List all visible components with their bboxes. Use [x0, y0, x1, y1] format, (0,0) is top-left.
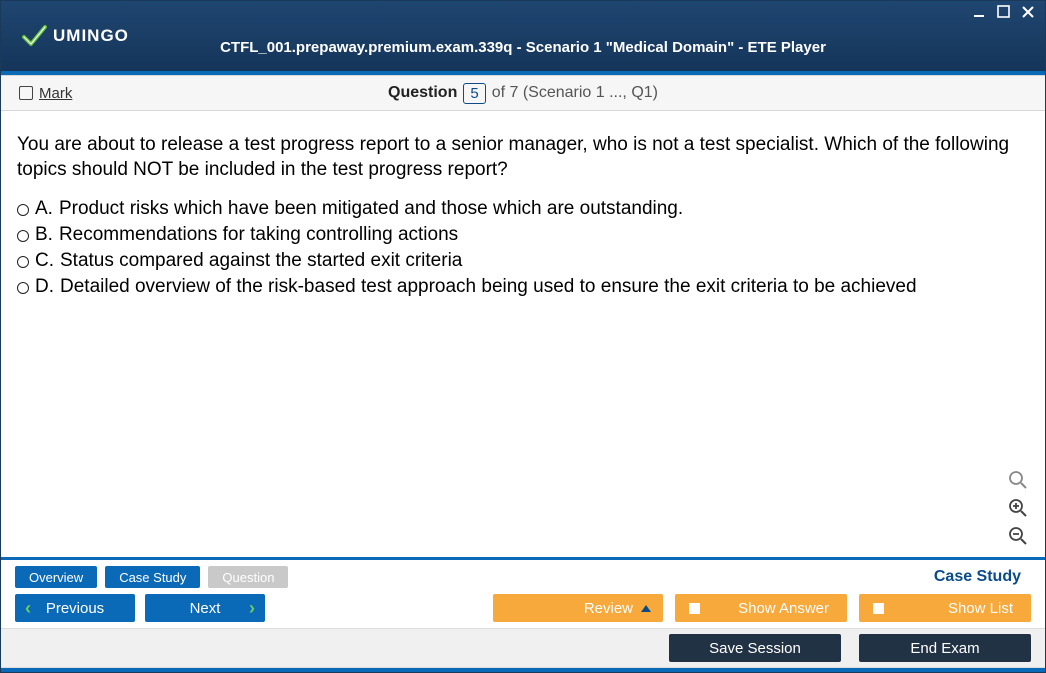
question-text: You are about to release a test progress… — [17, 133, 1029, 182]
question-number: 5 — [463, 83, 485, 104]
square-icon — [873, 603, 884, 614]
radio-icon — [17, 204, 29, 216]
option-text: Recommendations for taking controlling a… — [59, 224, 458, 246]
zoom-controls — [1007, 469, 1029, 547]
previous-label: Previous — [46, 600, 104, 617]
checkbox-icon — [19, 86, 33, 100]
tab-case-study[interactable]: Case Study — [105, 566, 200, 588]
save-session-button[interactable]: Save Session — [669, 634, 841, 662]
option-b[interactable]: B. Recommendations for taking controllin… — [17, 224, 1029, 246]
option-text: Detailed overview of the risk-based test… — [60, 276, 917, 298]
session-row: Save Session End Exam — [1, 628, 1045, 668]
question-word: Question — [388, 84, 457, 102]
show-list-button[interactable]: Show List — [859, 594, 1031, 622]
brand-text: UMINGO — [53, 26, 129, 46]
maximize-button[interactable] — [993, 3, 1015, 21]
tab-question[interactable]: Question — [208, 566, 288, 588]
zoom-out-button[interactable] — [1007, 525, 1029, 547]
close-button[interactable] — [1017, 3, 1039, 21]
minimize-icon — [973, 5, 987, 19]
minimize-button[interactable] — [969, 3, 991, 21]
zoom-in-button[interactable] — [1007, 497, 1029, 519]
app-logo: UMINGO — [21, 23, 129, 49]
show-answer-label: Show Answer — [738, 600, 829, 617]
option-letter: B. — [35, 224, 53, 246]
review-label: Review — [584, 600, 633, 617]
option-text: Status compared against the started exit… — [60, 250, 462, 272]
mark-label: Mark — [39, 85, 72, 102]
chevron-left-icon: ‹ — [25, 598, 31, 619]
question-header: Mark Question 5 of 7 (Scenario 1 ..., Q1… — [1, 75, 1045, 111]
nav-row: ‹ Previous Next › Review Show Answer Sho… — [1, 588, 1045, 628]
bottom-accent-bar — [1, 668, 1045, 672]
option-d[interactable]: D. Detailed overview of the risk-based t… — [17, 276, 1029, 298]
next-label: Next — [190, 600, 221, 617]
checkmark-icon — [21, 23, 47, 49]
end-exam-button[interactable]: End Exam — [859, 634, 1031, 662]
zoom-reset-button[interactable] — [1007, 469, 1029, 491]
show-list-label: Show List — [948, 600, 1013, 617]
next-button[interactable]: Next › — [145, 594, 265, 622]
triangle-up-icon — [641, 605, 651, 612]
window-title: CTFL_001.prepaway.premium.exam.339q - Sc… — [220, 39, 826, 56]
close-icon — [1021, 5, 1035, 19]
radio-icon — [17, 282, 29, 294]
option-letter: A. — [35, 198, 53, 220]
maximize-icon — [997, 5, 1011, 19]
option-letter: D. — [35, 276, 54, 298]
magnifier-icon — [1008, 470, 1028, 490]
square-icon — [689, 603, 700, 614]
tab-overview[interactable]: Overview — [15, 566, 97, 588]
review-button[interactable]: Review — [493, 594, 663, 622]
option-letter: C. — [35, 250, 54, 272]
option-a[interactable]: A. Product risks which have been mitigat… — [17, 198, 1029, 220]
question-suffix: of 7 (Scenario 1 ..., Q1) — [492, 84, 658, 102]
footer: Overview Case Study Question Case Study … — [1, 557, 1045, 672]
option-text: Product risks which have been mitigated … — [59, 198, 683, 220]
radio-icon — [17, 256, 29, 268]
window-controls — [969, 3, 1039, 21]
options-list: A. Product risks which have been mitigat… — [17, 198, 1029, 298]
question-indicator: Question 5 of 7 (Scenario 1 ..., Q1) — [388, 83, 658, 104]
option-c[interactable]: C. Status compared against the started e… — [17, 250, 1029, 272]
radio-icon — [17, 230, 29, 242]
zoom-out-icon — [1008, 526, 1028, 546]
previous-button[interactable]: ‹ Previous — [15, 594, 135, 622]
zoom-in-icon — [1008, 498, 1028, 518]
question-body: You are about to release a test progress… — [1, 111, 1045, 557]
mark-checkbox[interactable]: Mark — [19, 85, 72, 102]
show-answer-button[interactable]: Show Answer — [675, 594, 847, 622]
chevron-right-icon: › — [249, 598, 255, 619]
title-bar: UMINGO CTFL_001.prepaway.premium.exam.33… — [1, 1, 1045, 71]
tab-row: Overview Case Study Question Case Study — [1, 560, 1045, 588]
case-study-label: Case Study — [934, 568, 1021, 586]
